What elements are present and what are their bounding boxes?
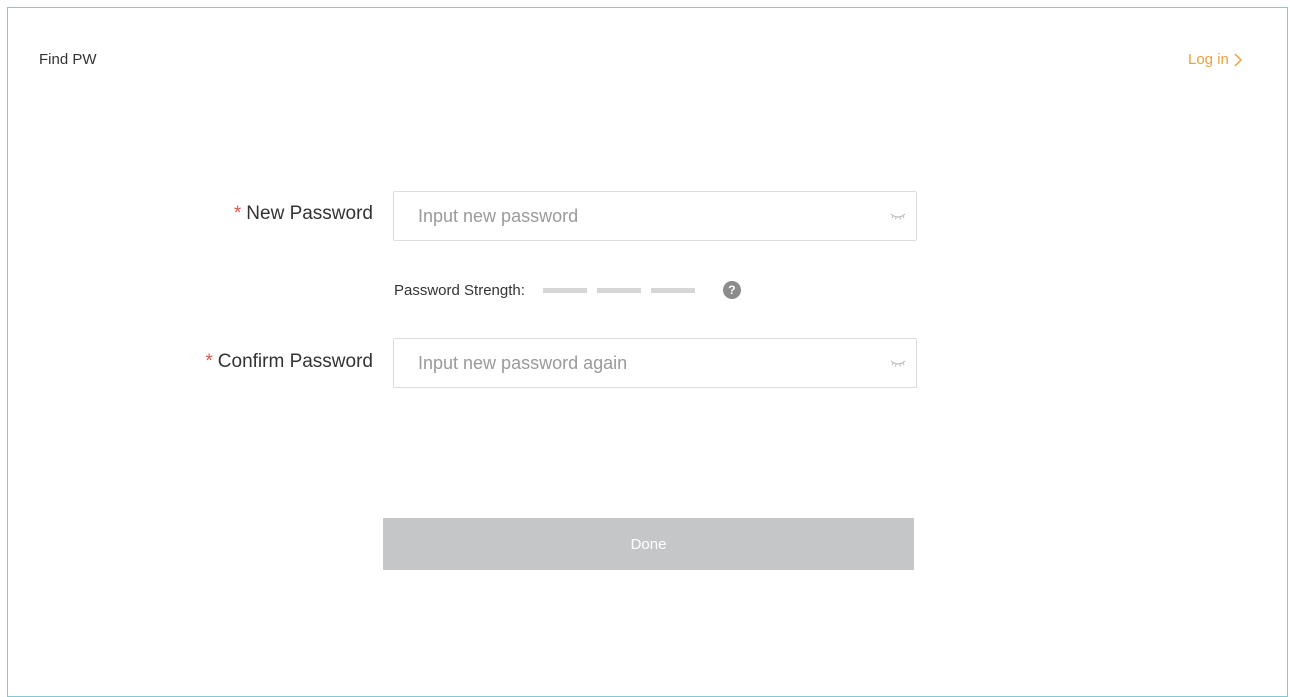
confirm-password-label: * Confirm Password [205,351,373,373]
eye-closed-icon[interactable] [890,209,906,223]
new-password-field [393,191,917,241]
strength-bar [650,287,695,293]
required-marker: * [233,203,242,224]
page-title: Find PW [39,51,97,68]
password-strength: Password Strength: ? [394,281,741,299]
strength-bar [596,287,641,293]
done-button[interactable]: Done [383,518,914,570]
chevron-right-icon [1234,52,1242,67]
confirm-password-field [393,338,917,388]
login-link[interactable]: Log in [1188,51,1242,68]
strength-bar [542,287,587,293]
eye-closed-icon[interactable] [890,356,906,370]
confirm-password-label-text: Confirm Password [217,351,373,372]
strength-meter [542,287,695,293]
new-password-label-text: New Password [246,203,373,224]
required-marker: * [205,351,213,372]
password-strength-label: Password Strength: [394,281,525,299]
login-link-label: Log in [1188,51,1229,68]
new-password-label: * New Password [234,203,373,225]
question-circle-icon[interactable]: ? [722,281,741,299]
new-password-input[interactable] [394,192,878,240]
confirm-password-input[interactable] [394,339,878,387]
